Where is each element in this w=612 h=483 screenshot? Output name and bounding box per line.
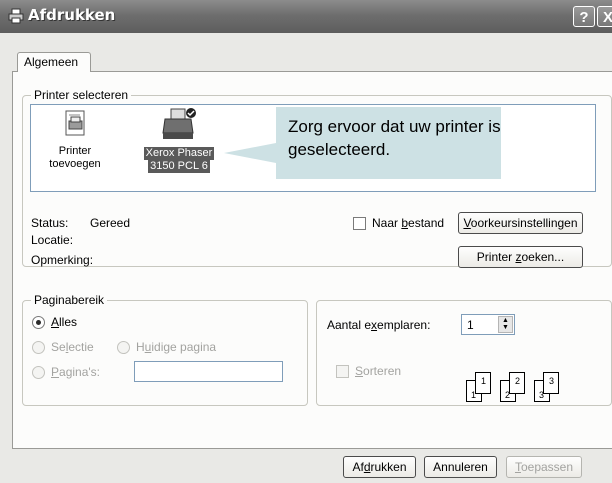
print-button[interactable]: Afdrukken — [343, 456, 416, 478]
status-value: Gereed — [90, 216, 131, 230]
apply-button[interactable]: Toepassen — [506, 456, 582, 478]
add-printer-label-1: Printer — [58, 145, 92, 157]
tab-general-label: Algemeen — [24, 55, 79, 69]
range-pages-radio[interactable] — [32, 366, 45, 379]
page-icon: 3 — [543, 372, 559, 394]
title-bar: Afdrukken ? X — [0, 0, 612, 33]
copies-spinner[interactable]: 1 ▲ ▼ — [461, 314, 515, 335]
close-button[interactable]: X — [597, 6, 612, 27]
tip-callout: Zorg ervoor dat uw printer is geselectee… — [276, 107, 501, 179]
xerox-label-2: 3150 PCL 6 — [148, 160, 210, 173]
copies-label: Aantal exemplaren: — [327, 318, 431, 332]
range-all-label[interactable]: Alles — [51, 315, 77, 329]
preferences-button[interactable]: Voorkeursinstellingen — [458, 212, 583, 234]
add-printer-icon — [65, 110, 85, 136]
location-label: Locatie: — [31, 233, 74, 247]
print-dialog: Afdrukken ? X Algemeen Printer selectere… — [0, 0, 612, 483]
spin-arrows-icon[interactable]: ▲ ▼ — [498, 316, 513, 333]
print-to-file-label[interactable]: Naar bestand — [372, 216, 444, 230]
range-pages-label[interactable]: Pagina's: — [51, 365, 100, 379]
copies-value: 1 — [467, 318, 474, 332]
printer-default-icon — [162, 108, 196, 139]
callout-tail — [224, 143, 276, 163]
collate-label[interactable]: Sorteren — [355, 364, 401, 378]
cancel-button[interactable]: Annuleren — [424, 456, 497, 478]
status-label: Status: — [31, 216, 69, 230]
help-button[interactable]: ? — [573, 6, 595, 27]
printer-item-xerox[interactable]: Xerox Phaser 3150 PCL 6 — [137, 107, 221, 173]
page-range-legend: Paginabereik — [31, 293, 108, 307]
page-icon: 1 — [475, 372, 491, 394]
comment-label: Opmerking: — [31, 253, 94, 267]
range-selection-label[interactable]: Selectie — [51, 340, 94, 354]
find-printer-button[interactable]: Printer zoeken... — [458, 246, 583, 268]
page-icon: 2 — [509, 372, 525, 394]
pages-input[interactable] — [134, 361, 283, 382]
add-printer-item[interactable]: Printer toevoegen — [43, 109, 107, 171]
printer-group-legend: Printer selecteren — [31, 88, 132, 102]
range-current-radio[interactable] — [117, 341, 130, 354]
range-all-radio[interactable] — [32, 316, 45, 329]
add-printer-label-2: toevoegen — [49, 158, 101, 170]
xerox-label-1: Xerox Phaser — [143, 147, 215, 160]
collate-checkbox[interactable] — [336, 365, 349, 378]
range-current-label[interactable]: Huidige pagina — [136, 340, 216, 354]
tab-general[interactable]: Algemeen — [17, 52, 91, 72]
window-title: Afdrukken — [28, 6, 116, 24]
range-selection-radio[interactable] — [32, 341, 45, 354]
printer-icon — [8, 8, 24, 24]
print-to-file-checkbox[interactable] — [353, 217, 366, 230]
